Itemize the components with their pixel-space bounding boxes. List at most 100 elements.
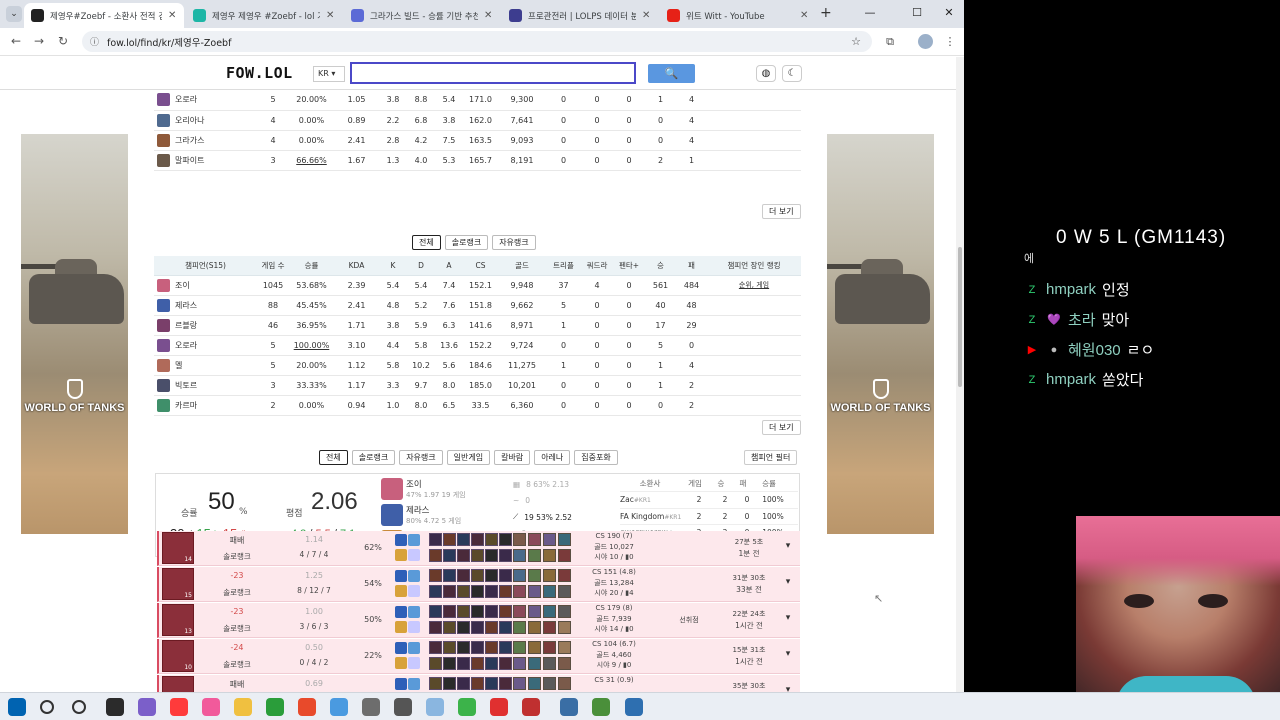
filter-tab[interactable]: 자유랭크 <box>399 450 443 465</box>
extensions-icon[interactable]: ⧉ <box>882 35 898 49</box>
tab-search-button[interactable]: ⌄ <box>6 6 22 22</box>
champion-row[interactable]: 카르마 2 0.00% 0.94 1.0 8.0 6.5 33.5 6,360 0 0 0 0 2 <box>154 395 801 416</box>
participant-champion-icon[interactable] <box>558 533 571 546</box>
participant-champion-icon[interactable] <box>558 621 571 634</box>
filter-tab[interactable]: 전체 <box>412 235 441 250</box>
browser-tab[interactable]: 프로관전러 | LOLPS 데이터 분석 ✕ <box>502 3 658 28</box>
taskbar-app-icon[interactable] <box>40 700 54 714</box>
participant-champion-icon[interactable] <box>558 657 571 670</box>
expand-chevron-icon[interactable]: ▾ <box>781 685 795 692</box>
participant-champion-icon[interactable] <box>558 605 571 618</box>
match-row[interactable]: 15 -23 솔로랭크 1.25 8 / 12 / 7 54% CS 151 (4.8) 골드… <box>157 567 800 602</box>
participant-champion-icon[interactable] <box>543 677 556 690</box>
dark-mode-moon-icon[interactable]: ☾ <box>782 65 802 82</box>
match-row[interactable]: 10 -24 솔로랭크 0.50 0 / 4 / 2 22% CS 104 (6.7) 골드 … <box>157 639 800 674</box>
mastery-rank-cell[interactable]: 순위, 게임 <box>707 275 801 296</box>
champion-row[interactable]: 그라가스 4 0.00% 2.41 2.8 4.2 7.5 163.5 9,093 0 0 0 0 4 <box>154 130 801 151</box>
filter-tab[interactable]: 아레나 <box>534 450 571 465</box>
participant-champion-icon[interactable] <box>513 657 526 670</box>
expand-chevron-icon[interactable]: ▾ <box>781 577 795 587</box>
tab-close-icon[interactable]: ✕ <box>642 10 652 21</box>
browser-tab[interactable]: 위트 Witt - YouTube ✕ <box>660 3 816 28</box>
expand-chevron-icon[interactable]: ▾ <box>781 541 795 551</box>
participant-champion-icon[interactable] <box>543 585 556 598</box>
filter-tab[interactable]: 칼바람 <box>494 450 531 465</box>
more-button-table1[interactable]: 더 보기 <box>762 204 801 219</box>
expand-chevron-icon[interactable]: ▾ <box>781 649 795 659</box>
forward-icon[interactable]: → <box>31 34 47 48</box>
champion-filter-button[interactable]: 챔피언 필터 <box>744 450 798 465</box>
taskbar-app-icon[interactable] <box>202 698 220 716</box>
tab-close-icon[interactable]: ✕ <box>484 10 494 21</box>
filter-tab[interactable]: 일반게임 <box>446 450 491 465</box>
taskbar-app-icon[interactable] <box>426 698 444 716</box>
close-window-button[interactable]: ✕ <box>938 6 960 19</box>
champion-row[interactable]: 말파이트 3 66.66% 1.67 1.3 4.0 5.3 165.7 8,191 0 0 0 2 1 <box>154 150 801 171</box>
champion-row[interactable]: 오로라 5 20.00% 1.05 3.8 8.8 5.4 171.0 9,300 0 0 0 1 4 <box>154 90 801 111</box>
champion-row[interactable]: 오리아나 4 0.00% 0.89 2.2 6.8 3.8 162.0 7,641 0 0 0 0 4 <box>154 110 801 131</box>
participant-champion-icon[interactable] <box>528 641 541 654</box>
champion-row[interactable]: 오로라 5 100.00% 3.10 4.4 5.8 13.6 152.2 9,724 0 0 0 5 0 <box>154 335 801 356</box>
participant-champion-icon[interactable] <box>543 569 556 582</box>
participant-champion-icon[interactable] <box>513 605 526 618</box>
participant-champion-icon[interactable] <box>528 657 541 670</box>
language-globe-icon[interactable]: ◍ <box>756 65 776 82</box>
taskbar-app-icon[interactable] <box>106 698 124 716</box>
filter-tab[interactable]: 집중포화 <box>574 450 618 465</box>
participant-champion-icon[interactable] <box>513 549 526 562</box>
participant-champion-icon[interactable] <box>543 549 556 562</box>
filter-tab[interactable]: 솔로랭크 <box>351 450 396 465</box>
taskbar-app-icon[interactable] <box>170 698 188 716</box>
maximize-button[interactable]: ☐ <box>906 6 928 19</box>
expand-chevron-icon[interactable]: ▾ <box>781 613 795 623</box>
taskbar-app-icon[interactable] <box>234 698 252 716</box>
right-ad-banner[interactable]: WORLD OF TANKS <box>827 134 934 534</box>
taskbar-app-icon[interactable] <box>458 698 476 716</box>
participant-champion-icon[interactable] <box>528 677 541 690</box>
address-bar[interactable]: ⓘ fow.lol/find/kr/제영우-Zoebf <box>82 31 872 52</box>
bookmark-star-icon[interactable]: ☆ <box>848 35 864 48</box>
participant-champion-icon[interactable] <box>543 641 556 654</box>
participant-champion-icon[interactable] <box>558 677 571 690</box>
tab-close-icon[interactable]: ✕ <box>168 10 178 21</box>
duo-row[interactable]: FA Kingdom#KR1 2 2 0 100% <box>620 507 798 525</box>
participant-champion-icon[interactable] <box>513 569 526 582</box>
match-row[interactable]: 14 패배 솔로랭크 1.14 4 / 7 / 4 62% CS 190 (7) 골드 10,… <box>157 531 800 566</box>
region-select[interactable]: KR ▾ <box>313 66 345 82</box>
participant-champion-icon[interactable] <box>528 569 541 582</box>
participant-champion-icon[interactable] <box>558 641 571 654</box>
taskbar-app-icon[interactable] <box>362 698 380 716</box>
participant-champion-icon[interactable] <box>513 641 526 654</box>
champion-row[interactable]: 제라스 88 45.45% 2.41 4.8 5.2 7.6 151.8 9,662 5 0 0 40 4… <box>154 295 801 316</box>
champion-row[interactable]: 조이 1045 53.68% 2.39 5.4 5.4 7.4 152.1 9,948 37 4 0 5… <box>154 275 801 296</box>
taskbar-app-icon[interactable] <box>560 698 578 716</box>
participant-champion-icon[interactable] <box>543 605 556 618</box>
participant-champion-icon[interactable] <box>513 585 526 598</box>
new-tab-button[interactable]: + <box>820 5 832 21</box>
site-logo[interactable]: FOW.LOL <box>226 64 293 82</box>
browser-tab[interactable]: 제영우 제영우 #Zoebf - lol 기록 ✕ <box>186 3 342 28</box>
menu-kebab-icon[interactable]: ⋮ <box>942 35 958 48</box>
browser-tab[interactable]: 제영우#Zoebf - 소환사 전적 검 ✕ <box>24 3 184 28</box>
champion-row[interactable]: 르블랑 46 36.95% 1.71 3.8 5.9 6.3 141.6 8,971 1 0 0 17 2… <box>154 315 801 336</box>
more-button-table2[interactable]: 더 보기 <box>762 420 801 435</box>
tab-close-icon[interactable]: ✕ <box>326 10 336 21</box>
participant-champion-icon[interactable] <box>513 533 526 546</box>
minimize-button[interactable]: — <box>859 6 881 19</box>
champion-row[interactable]: 멜 5 20.00% 1.12 5.8 10.2 5.6 184.6 11,275 1 0 0 1 4 <box>154 355 801 376</box>
taskbar-app-icon[interactable] <box>522 698 540 716</box>
windows-start-icon[interactable] <box>8 698 26 716</box>
match-row[interactable]: 13 -23 솔로랭크 1.00 3 / 6 / 3 50% CS 179 (8) 골드 7,… <box>157 603 800 638</box>
top-champion-item[interactable]: 제라스 80% 4.72 5 게임 <box>381 502 511 528</box>
taskbar-app-icon[interactable] <box>72 700 86 714</box>
reload-icon[interactable]: ↻ <box>55 34 71 48</box>
participant-champion-icon[interactable] <box>558 549 571 562</box>
duo-row[interactable]: Zac#KR1 2 2 0 100% <box>620 491 798 508</box>
participant-champion-icon[interactable] <box>558 569 571 582</box>
search-button[interactable]: 🔍 <box>648 64 695 83</box>
profile-avatar[interactable] <box>918 34 933 49</box>
page-scrollbar[interactable] <box>956 57 964 692</box>
taskbar-app-icon[interactable] <box>394 698 412 716</box>
taskbar-app-icon[interactable] <box>266 698 284 716</box>
participant-champion-icon[interactable] <box>513 677 526 690</box>
